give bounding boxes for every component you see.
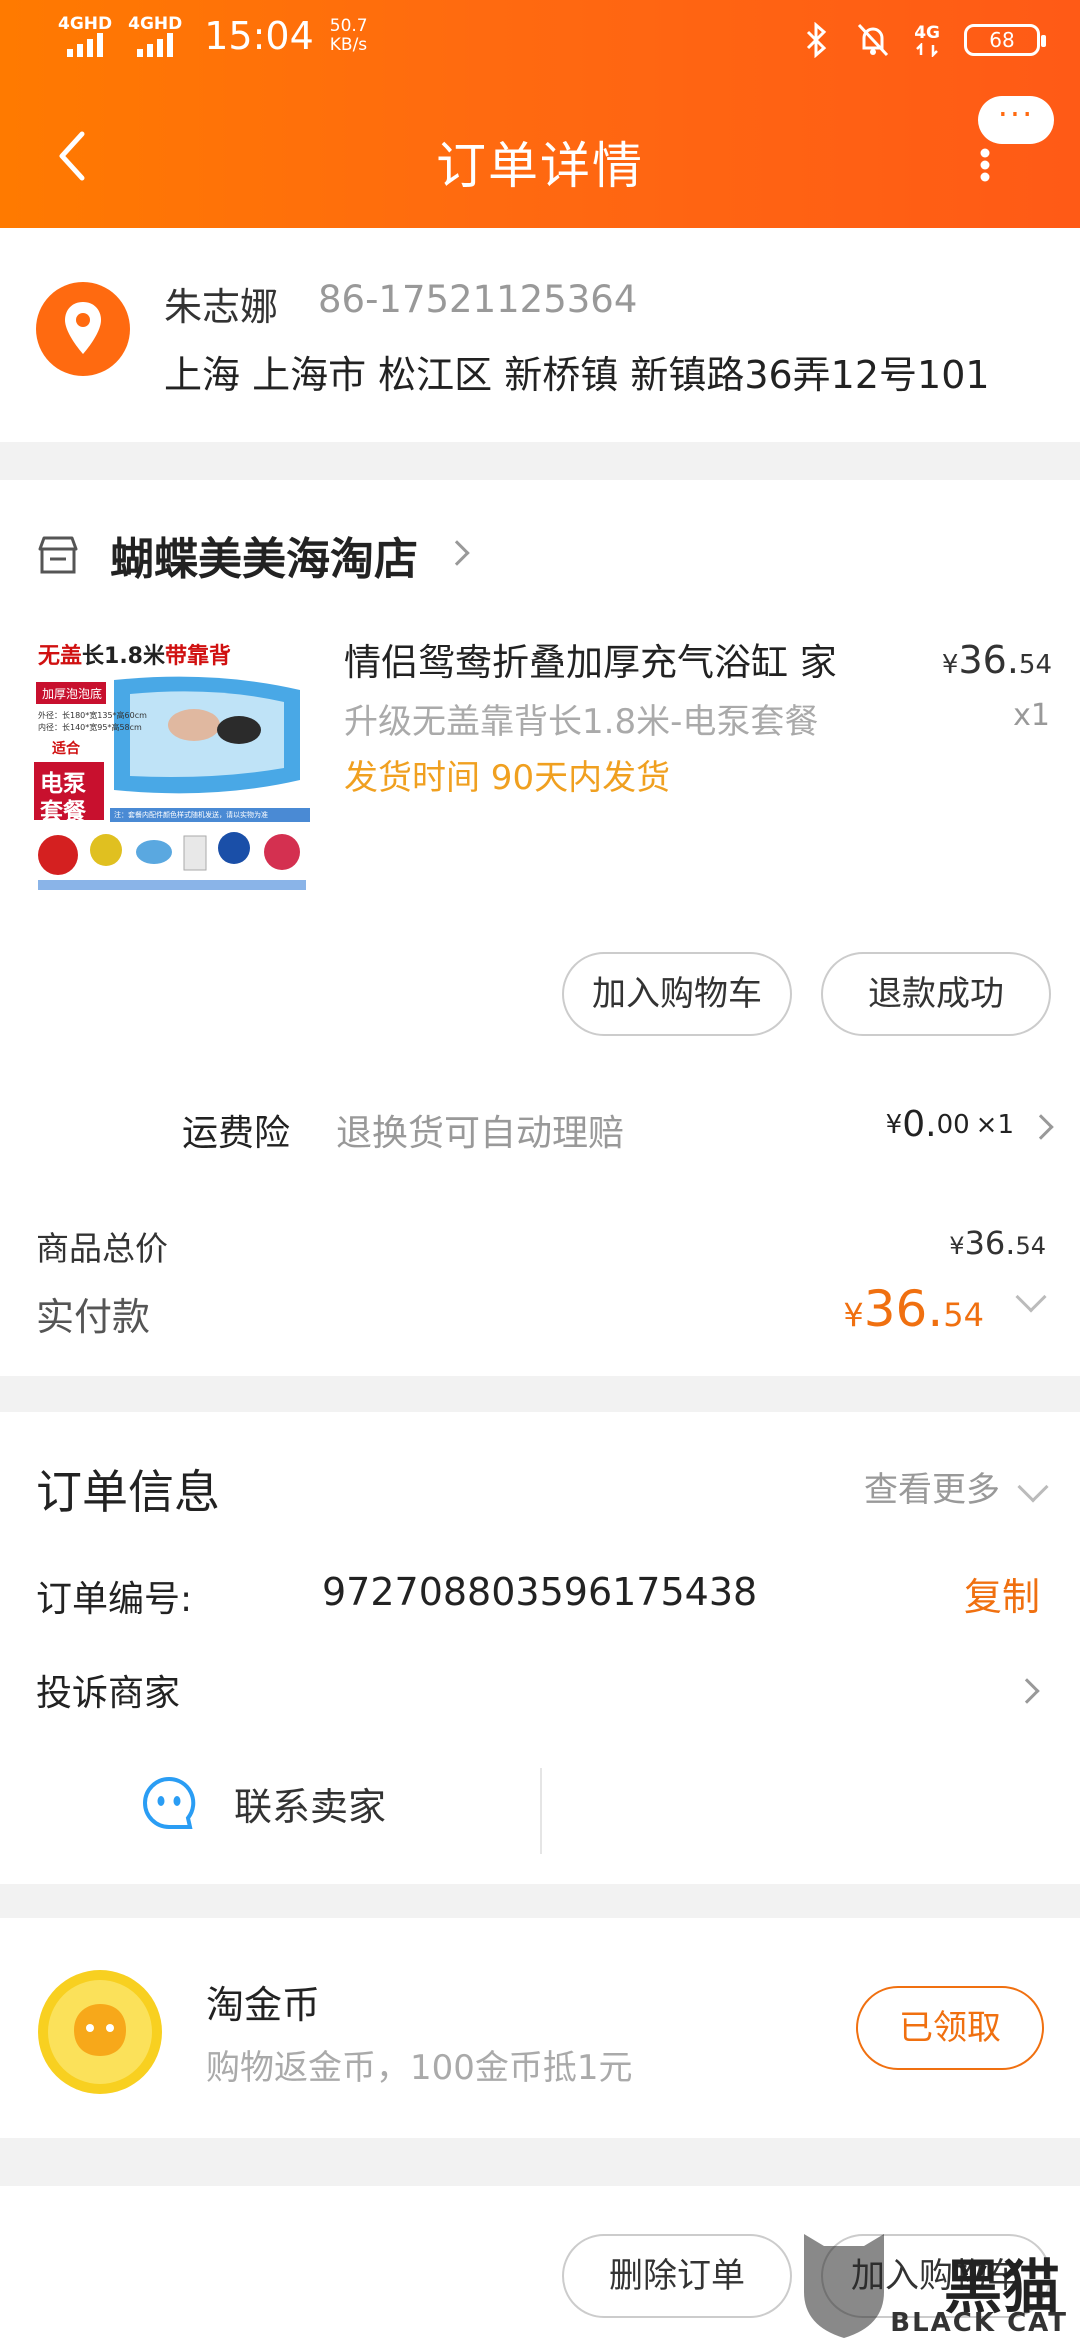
speed-unit: KB/s bbox=[329, 35, 368, 55]
goods-total-price: ¥36.54 bbox=[949, 1224, 1046, 1262]
app-header: 4GHD 4GHD 15:04 50.7 KB/s 4G 68 订单详情 ··· bbox=[0, 0, 1080, 228]
chat-face-icon bbox=[143, 1776, 196, 1829]
goods-price-dec: 54 bbox=[1015, 1232, 1046, 1260]
watermark-text: BLACK CAT bbox=[890, 2308, 1068, 2338]
taojinbi-title: 淘金币 bbox=[206, 1983, 321, 2027]
order-info-title: 订单信息 bbox=[36, 1465, 220, 1519]
more-menu-button[interactable]: ··· bbox=[978, 96, 1066, 184]
store-icon bbox=[38, 536, 78, 574]
recipient-name: 朱志娜 bbox=[164, 285, 279, 329]
status-right: 4G 68 bbox=[802, 22, 1046, 58]
taojinbi-desc: 购物返金币，100金币抵1元 bbox=[206, 2048, 633, 2088]
cat-shield-icon bbox=[804, 2234, 884, 2338]
vertical-divider bbox=[540, 1768, 542, 1854]
network-label-1: 4GHD bbox=[58, 13, 113, 34]
view-more-chevron-down-icon bbox=[1017, 1467, 1049, 1507]
insurance-currency: ¥ bbox=[885, 1109, 903, 1140]
order-card: 蝴蝶美美海淘店 无盖长1.8米带靠背 加厚泡泡底 外径：长180*宽135*高6… bbox=[0, 480, 1080, 1376]
network-speed: 50.7 KB/s bbox=[330, 17, 368, 55]
product-name[interactable]: 情侣鸳鸯折叠加厚充气浴缸 家 bbox=[344, 632, 837, 686]
complain-seller-link[interactable]: 投诉商家 bbox=[36, 1664, 180, 1716]
shop-name: 蝴蝶美美海淘店 bbox=[110, 534, 418, 585]
signal-bars-icon bbox=[137, 32, 174, 57]
battery-icon: 68 bbox=[964, 24, 1046, 56]
image-headline-2: 长1.8米 bbox=[82, 644, 165, 669]
image-headline-3: 带靠背 bbox=[165, 644, 232, 669]
complain-chevron-right-icon[interactable] bbox=[1014, 1678, 1040, 1704]
order-number-label: 订单编号: bbox=[36, 1579, 193, 1620]
paid-price-int: 36. bbox=[863, 1280, 944, 1338]
paid-label: 实付款 bbox=[36, 1295, 151, 1339]
battery-level: 68 bbox=[989, 28, 1015, 52]
product-price-dec: 54 bbox=[1018, 650, 1052, 680]
blackcat-watermark: 黑猫 BLACK CAT bbox=[794, 2222, 1080, 2340]
order-info-card: 订单信息 查看更多 订单编号: 972708803596175438 复制 投诉… bbox=[0, 1412, 1080, 1884]
recipient-phone: 86-17521125364 bbox=[318, 278, 638, 321]
view-more-button[interactable]: 查看更多 bbox=[864, 1462, 1049, 1511]
image-pump-2: 套餐 bbox=[40, 799, 86, 825]
page-title: 订单详情 bbox=[436, 137, 644, 195]
paid-price-dec: 54 bbox=[943, 1296, 984, 1334]
paid-currency: ¥ bbox=[843, 1296, 864, 1334]
network-label-2: 4GHD bbox=[128, 13, 183, 34]
insurance-price-dec: 00 bbox=[936, 1109, 970, 1140]
shop-link[interactable]: 蝴蝶美美海淘店 bbox=[36, 520, 470, 590]
image-spec-1: 外径：长180*宽135*高60cm bbox=[38, 711, 147, 720]
ship-time: 发货时间 90天内发货 bbox=[344, 758, 671, 798]
shop-chevron-right-icon bbox=[444, 540, 470, 566]
status-left: 4GHD 4GHD 15:04 50.7 KB/s bbox=[58, 14, 368, 58]
recipient-address: 上海 上海市 松江区 新桥镇 新镇路36弄12号101 bbox=[164, 353, 990, 397]
product-price: ¥36.54 bbox=[942, 638, 1052, 682]
claimed-button[interactable]: 已领取 bbox=[856, 1986, 1044, 2070]
view-more-label: 查看更多 bbox=[864, 1470, 1000, 1510]
taojinbi-card: 淘金币 购物返金币，100金币抵1元 已领取 bbox=[0, 1918, 1080, 2138]
copy-button[interactable]: 复制 bbox=[964, 1566, 1040, 1621]
location-pin-icon bbox=[36, 282, 130, 376]
refund-status-button[interactable]: 退款成功 bbox=[821, 952, 1051, 1036]
network-label-3: 4G bbox=[914, 23, 940, 43]
image-headline: 无盖长1.8米带靠背 bbox=[38, 638, 231, 670]
bluetooth-icon bbox=[807, 22, 827, 58]
price-detail-chevron-down-icon[interactable] bbox=[1015, 1281, 1047, 1313]
paid-price: ¥36.54 bbox=[843, 1280, 984, 1338]
address-card[interactable]: 朱志娜 86-17521125364 上海 上海市 松江区 新桥镇 新镇路36弄… bbox=[0, 228, 1080, 442]
nav-bar: 订单详情 ··· bbox=[0, 96, 1080, 216]
contact-seller-button[interactable]: 联系卖家 bbox=[140, 1774, 386, 1832]
insurance-qty: ×1 bbox=[975, 1109, 1014, 1140]
more-dots-icon: ··· bbox=[978, 96, 1054, 144]
signal-bars-icon bbox=[67, 32, 104, 57]
data-arrows-icon bbox=[916, 43, 938, 57]
speed-value: 50.7 bbox=[329, 16, 368, 36]
gold-coin-icon bbox=[38, 1970, 162, 2094]
goods-currency: ¥ bbox=[949, 1232, 965, 1260]
insurance-chevron-right-icon bbox=[1028, 1104, 1054, 1145]
insurance-price-int: 0. bbox=[902, 1104, 937, 1145]
product-qty: x1 bbox=[1013, 698, 1050, 733]
shipping-insurance-desc: 退换货可自动理赔 bbox=[336, 1113, 625, 1154]
image-headline-1: 无盖 bbox=[38, 644, 83, 669]
order-number: 972708803596175438 bbox=[322, 1570, 758, 1614]
vertical-dots-icon bbox=[980, 148, 990, 182]
signal-1: 4GHD bbox=[58, 13, 113, 57]
delete-order-button[interactable]: 删除订单 bbox=[562, 2234, 792, 2318]
clock: 15:04 bbox=[204, 14, 314, 58]
goods-price-int: 36. bbox=[964, 1224, 1016, 1262]
image-note: 注：套餐内配件颜色样式随机发送，请以实物为准 bbox=[114, 811, 268, 819]
product-sku: 升级无盖靠背长1.8米-电泵套餐 bbox=[344, 702, 819, 742]
image-spec-2: 内径：长140*宽95*高58cm bbox=[38, 723, 142, 732]
image-tag: 加厚泡泡底 bbox=[42, 687, 103, 701]
signal-2: 4GHD bbox=[128, 13, 183, 57]
product-thumbnail[interactable]: 无盖长1.8米带靠背 加厚泡泡底 外径：长180*宽135*高60cm 内径：长… bbox=[34, 630, 310, 904]
status-bar: 4GHD 4GHD 15:04 50.7 KB/s 4G 68 bbox=[0, 0, 1080, 86]
add-to-cart-button[interactable]: 加入购物车 bbox=[562, 952, 792, 1036]
product-price-int: 36. bbox=[958, 638, 1019, 682]
product-price-currency: ¥ bbox=[941, 650, 959, 680]
signal-3: 4G bbox=[914, 23, 940, 57]
shipping-insurance-link[interactable]: ¥0. 00 ×1 bbox=[885, 1104, 1054, 1145]
image-fit: 适合 bbox=[52, 741, 80, 757]
mute-bell-icon bbox=[858, 23, 889, 57]
contact-seller-label: 联系卖家 bbox=[234, 1784, 387, 1829]
shipping-insurance-label: 运费险 bbox=[182, 1113, 291, 1154]
goods-total-label: 商品总价 bbox=[36, 1229, 168, 1268]
